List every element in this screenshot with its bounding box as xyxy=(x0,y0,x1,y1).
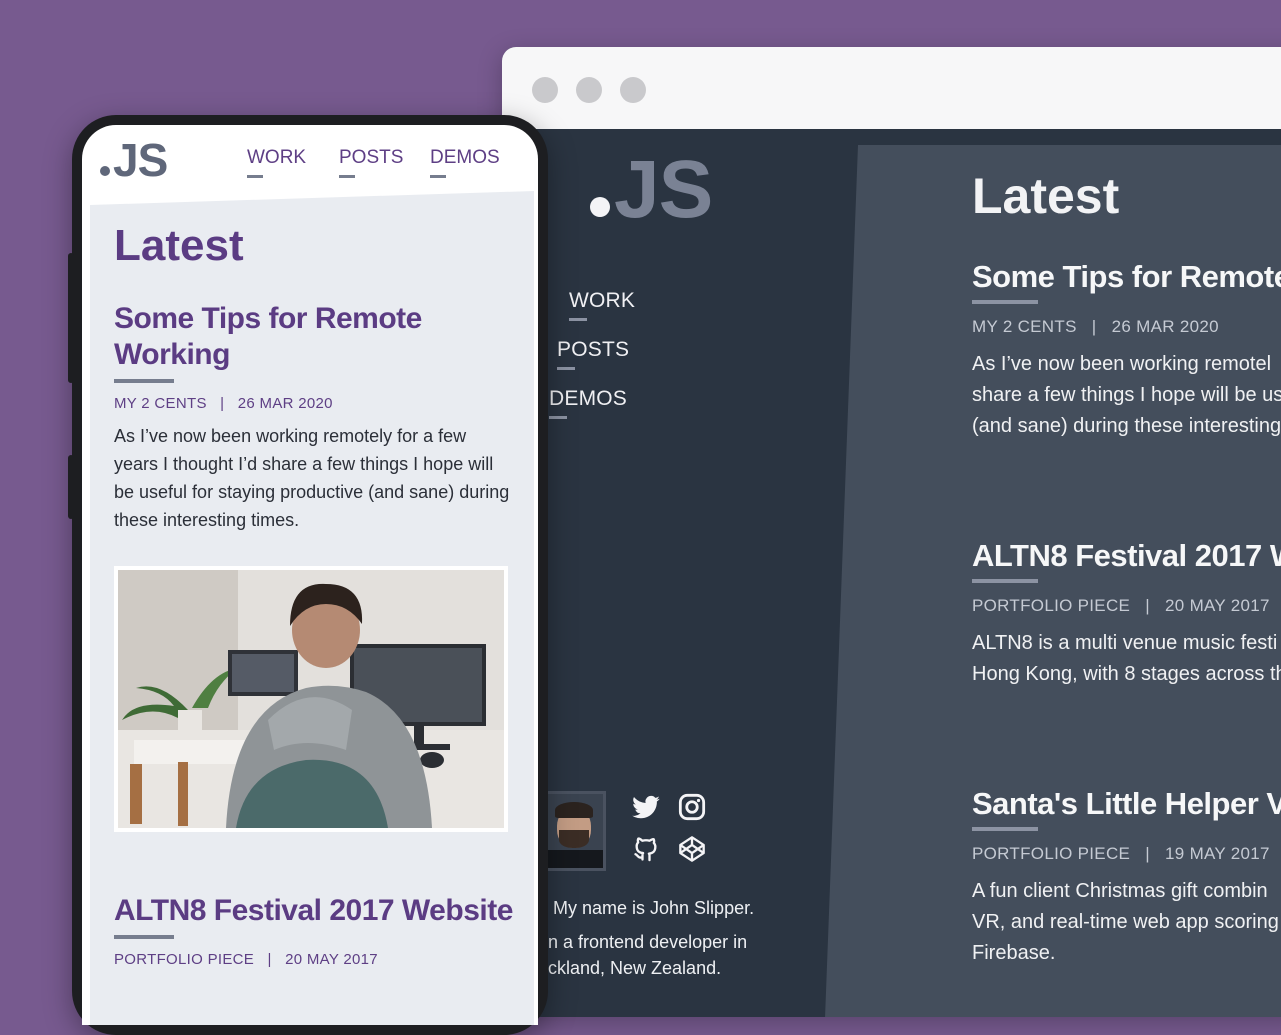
window-dot xyxy=(620,77,646,103)
logo-text: JS xyxy=(614,144,713,235)
browser-title-bar xyxy=(502,47,1281,129)
mobile-site-logo[interactable]: JS xyxy=(100,133,168,187)
bio-line-1: My name is John Slipper. xyxy=(553,898,755,918)
title-underline xyxy=(114,935,174,939)
post-category[interactable]: PORTFOLIO PIECE xyxy=(114,951,254,968)
phone-side-button xyxy=(68,455,74,519)
logo-dot xyxy=(100,166,110,176)
excerpt-line: VR, and real-time web app scoring xyxy=(972,911,1279,933)
nav-posts[interactable]: POSTS xyxy=(557,338,629,370)
post-card[interactable]: ALTN8 Festival 2017 Website PORTFOLIO PI… xyxy=(114,893,514,968)
post-title[interactable]: Santa's Little Helper V xyxy=(972,786,1281,831)
desktop-browser-window: JS WORK POSTS DEMOS My name is John Slip… xyxy=(502,47,1281,1017)
post-card[interactable]: Some Tips for Remote MY 2 CENTS | 26 MAR… xyxy=(972,259,1281,442)
post-card[interactable]: Santa's Little Helper V PORTFOLIO PIECE … xyxy=(972,786,1281,969)
post-date: 20 MAY 2017 xyxy=(1165,596,1270,615)
post-title[interactable]: ALTN8 Festival 2017 Website xyxy=(114,893,514,939)
logo-text: JS xyxy=(113,134,168,186)
window-dot xyxy=(532,77,558,103)
window-dot xyxy=(576,77,602,103)
man-at-desk-photo xyxy=(118,570,504,828)
avatar xyxy=(544,791,606,871)
excerpt-line: Firebase. xyxy=(972,942,1056,964)
post-category[interactable]: PORTFOLIO PIECE xyxy=(972,844,1130,863)
post-title[interactable]: Some Tips for Remote Working xyxy=(114,301,514,383)
nav-demos[interactable]: DEMOS xyxy=(549,387,627,419)
post-meta: MY 2 CENTS | 26 MAR 2020 xyxy=(114,395,514,412)
nav-demos[interactable]: DEMOS xyxy=(430,147,500,178)
nav-posts[interactable]: POSTS xyxy=(339,147,403,178)
post-meta: PORTFOLIO PIECE | 20 MAY 2017 xyxy=(114,951,514,968)
post-title[interactable]: ALTN8 Festival 2017 W xyxy=(972,538,1281,583)
main-content-panel: Latest Some Tips for Remote MY 2 CENTS |… xyxy=(824,145,1281,1017)
post-meta: MY 2 CENTS | 26 MAR 2020 xyxy=(972,317,1281,337)
post-date: 19 MAY 2017 xyxy=(1165,844,1270,863)
nav-work[interactable]: WORK xyxy=(569,289,635,321)
meta-separator: | xyxy=(220,395,225,412)
site-logo[interactable]: JS xyxy=(590,149,713,231)
page-heading: Latest xyxy=(114,221,244,270)
post-excerpt: As I’ve now been working remotely for a … xyxy=(114,426,510,530)
post-category[interactable]: MY 2 CENTS xyxy=(972,317,1077,336)
phone-side-button xyxy=(68,253,74,383)
mobile-screen: JS WORK POSTS DEMOS Latest Some Tips for… xyxy=(82,125,538,1025)
excerpt-line: (and sane) during these interesting xyxy=(972,415,1281,437)
excerpt-line: As I’ve now been working remotel xyxy=(972,353,1272,375)
meta-separator: | xyxy=(267,951,272,968)
logo-dot xyxy=(590,197,610,217)
excerpt-line: ALTN8 is a multi venue music festi xyxy=(972,632,1278,654)
nav-work[interactable]: WORK xyxy=(247,147,306,178)
page-heading: Latest xyxy=(972,168,1120,224)
post-date: 26 MAR 2020 xyxy=(1111,317,1219,336)
meta-separator: | xyxy=(1145,844,1150,863)
post-meta: PORTFOLIO PIECE | 19 MAY 2017 xyxy=(972,844,1281,864)
site-sidebar: JS WORK POSTS DEMOS My name is John Slip… xyxy=(502,129,862,1017)
bio-line-3: ckland, New Zealand. xyxy=(548,958,722,978)
post-date: 26 MAR 2020 xyxy=(237,395,333,412)
github-icon[interactable] xyxy=(632,835,660,863)
meta-separator: | xyxy=(1091,317,1097,336)
mobile-main-content: Latest Some Tips for Remote Working MY 2… xyxy=(90,191,534,1025)
post-date: 20 MAY 2017 xyxy=(285,951,378,968)
post-category[interactable]: MY 2 CENTS xyxy=(114,395,207,412)
post-excerpt: A fun client Christmas gift combin VR, a… xyxy=(972,876,1281,969)
post-category[interactable]: PORTFOLIO PIECE xyxy=(972,596,1130,615)
post-title[interactable]: Some Tips for Remote xyxy=(972,259,1281,304)
excerpt-line: A fun client Christmas gift combin xyxy=(972,880,1268,902)
title-underline xyxy=(114,379,174,383)
post-excerpt: As I’ve now been working remotel share a… xyxy=(972,349,1281,442)
excerpt-line: share a few things I hope will be us xyxy=(972,384,1281,406)
post-image[interactable] xyxy=(114,566,508,832)
post-card[interactable]: ALTN8 Festival 2017 W PORTFOLIO PIECE | … xyxy=(972,538,1281,690)
post-meta: PORTFOLIO PIECE | 20 MAY 2017 xyxy=(972,596,1281,616)
instagram-icon[interactable] xyxy=(678,793,706,821)
meta-separator: | xyxy=(1145,596,1150,615)
post-card[interactable]: Some Tips for Remote Working MY 2 CENTS … xyxy=(114,301,514,534)
excerpt-line: Hong Kong, with 8 stages across th xyxy=(972,663,1281,685)
post-excerpt: ALTN8 is a multi venue music festi Hong … xyxy=(972,628,1281,690)
bio-line-2: n a frontend developer in xyxy=(548,932,748,952)
twitter-icon[interactable] xyxy=(629,793,663,823)
mobile-phone-frame: JS WORK POSTS DEMOS Latest Some Tips for… xyxy=(68,115,548,1035)
codepen-icon[interactable] xyxy=(678,835,706,863)
